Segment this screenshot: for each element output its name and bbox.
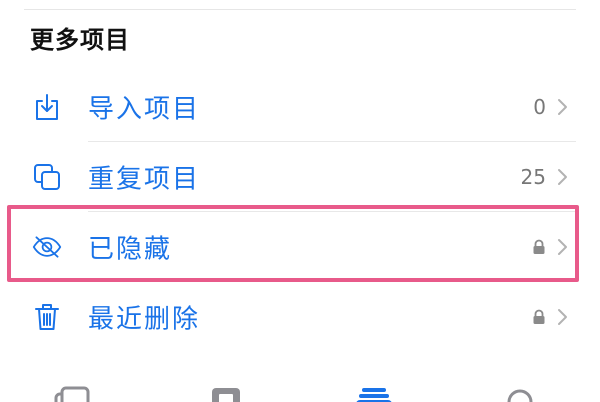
import-icon [32, 92, 62, 122]
chevron-right-icon [558, 309, 567, 325]
item-count: 25 [520, 165, 546, 189]
trash-icon [32, 302, 62, 332]
list-item-imports[interactable]: 导入项目 0 [24, 72, 576, 142]
section-title: 更多项目 [30, 26, 130, 54]
tab-bar [0, 380, 600, 402]
library-icon[interactable] [52, 386, 92, 402]
list-item-recently-deleted[interactable]: 最近删除 [24, 282, 576, 352]
albums-icon[interactable] [354, 386, 394, 402]
lock-icon [533, 309, 545, 324]
chevron-right-icon [558, 169, 567, 185]
item-count: 0 [533, 95, 546, 119]
list-item-duplicates[interactable]: 重复项目 25 [24, 142, 576, 212]
search-icon[interactable] [502, 386, 542, 402]
for-you-icon[interactable] [206, 386, 246, 402]
list-item-label: 重复项目 [88, 164, 201, 195]
highlight-box [7, 205, 579, 282]
list-item-label: 导入项目 [88, 94, 201, 125]
duplicate-icon [32, 162, 62, 192]
chevron-right-icon [558, 99, 567, 115]
top-divider [24, 9, 576, 10]
list-item-label: 最近删除 [88, 304, 201, 335]
